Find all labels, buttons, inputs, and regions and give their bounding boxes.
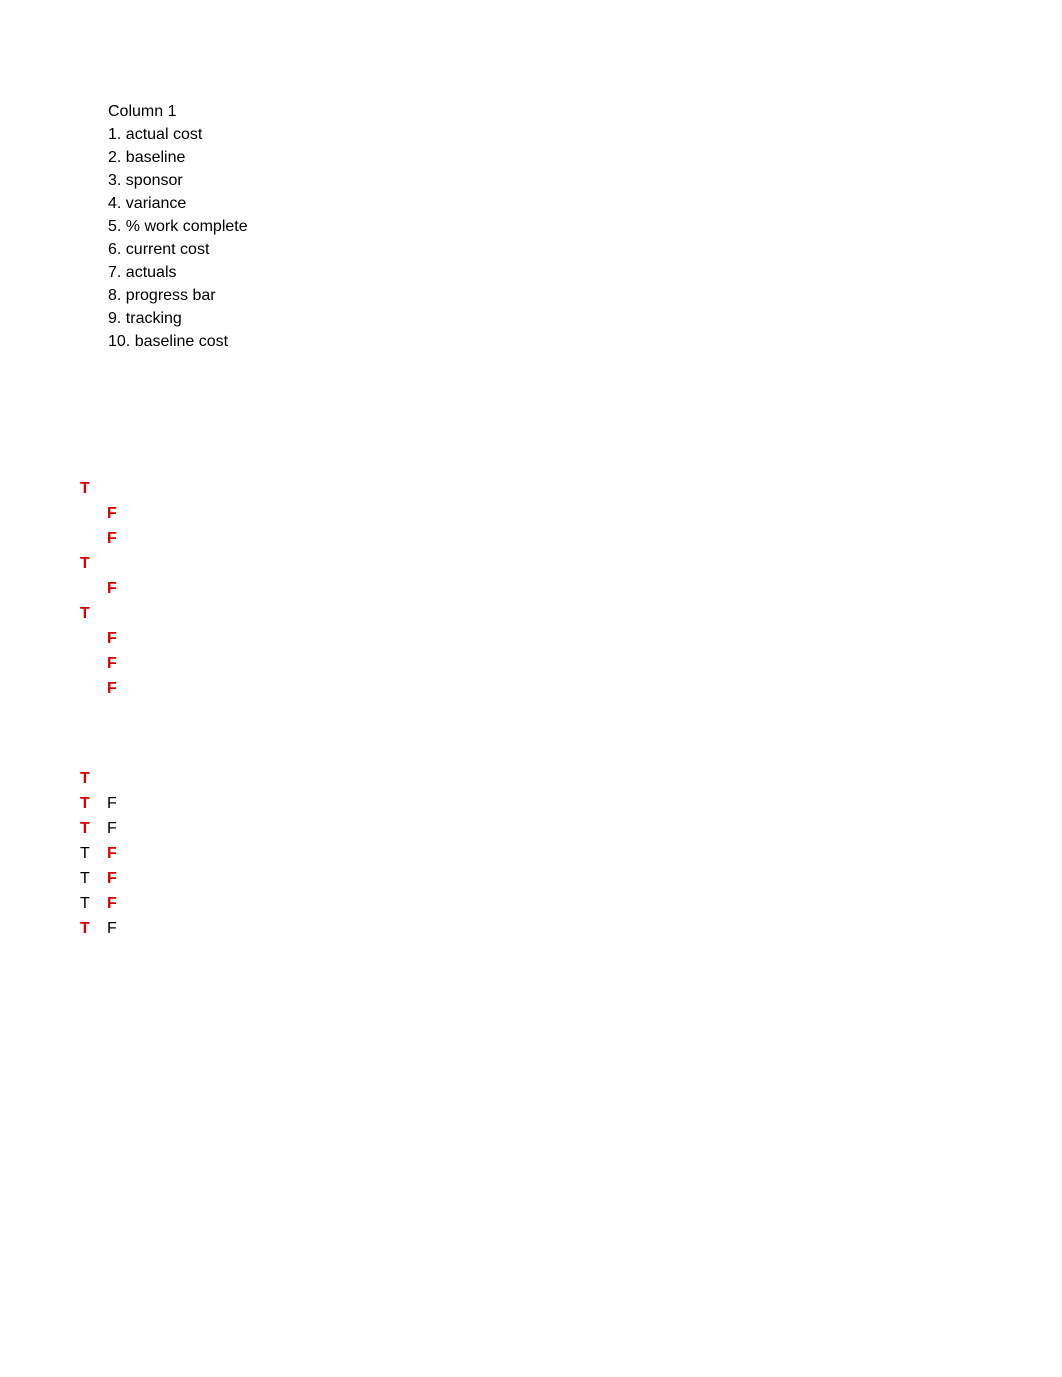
tf-row: T F [80, 916, 134, 941]
list-item-text: actuals [126, 264, 177, 281]
list-item-text: current cost [126, 241, 210, 258]
f-cell: F [107, 916, 134, 941]
list-item-text: baseline cost [135, 333, 228, 350]
tf-group-2: T T F T F T F T F T F T F [80, 766, 134, 941]
f-cell: F [107, 626, 134, 651]
list-item-text: baseline [126, 149, 186, 166]
tf-group-1: T F F T F T F F [80, 476, 134, 701]
t-cell: T [80, 766, 107, 791]
list-item-text: variance [126, 195, 186, 212]
list-item: 9. tracking [108, 307, 248, 330]
list-item: 1. actual cost [108, 123, 248, 146]
f-cell: F [107, 501, 134, 526]
list-item: 6. current cost [108, 238, 248, 261]
t-cell: T [80, 791, 107, 816]
t-cell: T [80, 916, 107, 941]
list-item-number: 7. [108, 264, 121, 281]
list-item-text: sponsor [126, 172, 183, 189]
list-item-text: progress bar [126, 287, 216, 304]
f-cell: F [107, 791, 134, 816]
list-item-number: 2. [108, 149, 121, 166]
t-cell: T [80, 816, 107, 841]
tf-row: T F [80, 866, 134, 891]
list-item-text: tracking [126, 310, 182, 327]
tf-row: T [80, 766, 134, 791]
t-cell: T [80, 891, 107, 916]
t-cell: T [80, 551, 107, 576]
list-item-number: 5. [108, 218, 121, 235]
f-cell: F [107, 841, 134, 866]
tf-row: F [80, 526, 134, 551]
f-cell: F [107, 651, 134, 676]
list-item: 3. sponsor [108, 169, 248, 192]
list-item-number: 4. [108, 195, 121, 212]
page: Column 1 1. actual cost 2. baseline 3. s… [0, 0, 1062, 1377]
tf-row: T F [80, 791, 134, 816]
list-heading: Column 1 [108, 100, 248, 123]
tf-row: T F [80, 841, 134, 866]
tf-row: F [80, 576, 134, 601]
f-cell: F [107, 866, 134, 891]
tf-row: F [80, 676, 134, 701]
list-item-number: 6. [108, 241, 121, 258]
t-cell: T [80, 601, 107, 626]
list-item-text: actual cost [126, 126, 202, 143]
list-item-text: % work complete [126, 218, 248, 235]
list-item-number: 1. [108, 126, 121, 143]
list-item: 8. progress bar [108, 284, 248, 307]
tf-row: F [80, 501, 134, 526]
list-item: 10. baseline cost [108, 330, 248, 353]
tf-row: T F [80, 891, 134, 916]
list-item: 5. % work complete [108, 215, 248, 238]
f-cell: F [107, 816, 134, 841]
f-cell: F [107, 676, 134, 701]
list-item-number: 8. [108, 287, 121, 304]
tf-row: T F [80, 816, 134, 841]
tf-row: T [80, 601, 134, 626]
tf-row: F [80, 651, 134, 676]
tf-row: T [80, 551, 134, 576]
tf-row: F [80, 626, 134, 651]
list-item-number: 3. [108, 172, 121, 189]
list-item: 7. actuals [108, 261, 248, 284]
f-cell: F [107, 891, 134, 916]
list-item: 4. variance [108, 192, 248, 215]
t-cell: T [80, 841, 107, 866]
list-item-number: 9. [108, 310, 121, 327]
list-item-number: 10. [108, 333, 130, 350]
column-1-list: Column 1 1. actual cost 2. baseline 3. s… [108, 100, 248, 353]
t-cell: T [80, 866, 107, 891]
f-cell: F [107, 526, 134, 551]
tf-row: T [80, 476, 134, 501]
f-cell: F [107, 576, 134, 601]
list-item: 2. baseline [108, 146, 248, 169]
t-cell: T [80, 476, 107, 501]
